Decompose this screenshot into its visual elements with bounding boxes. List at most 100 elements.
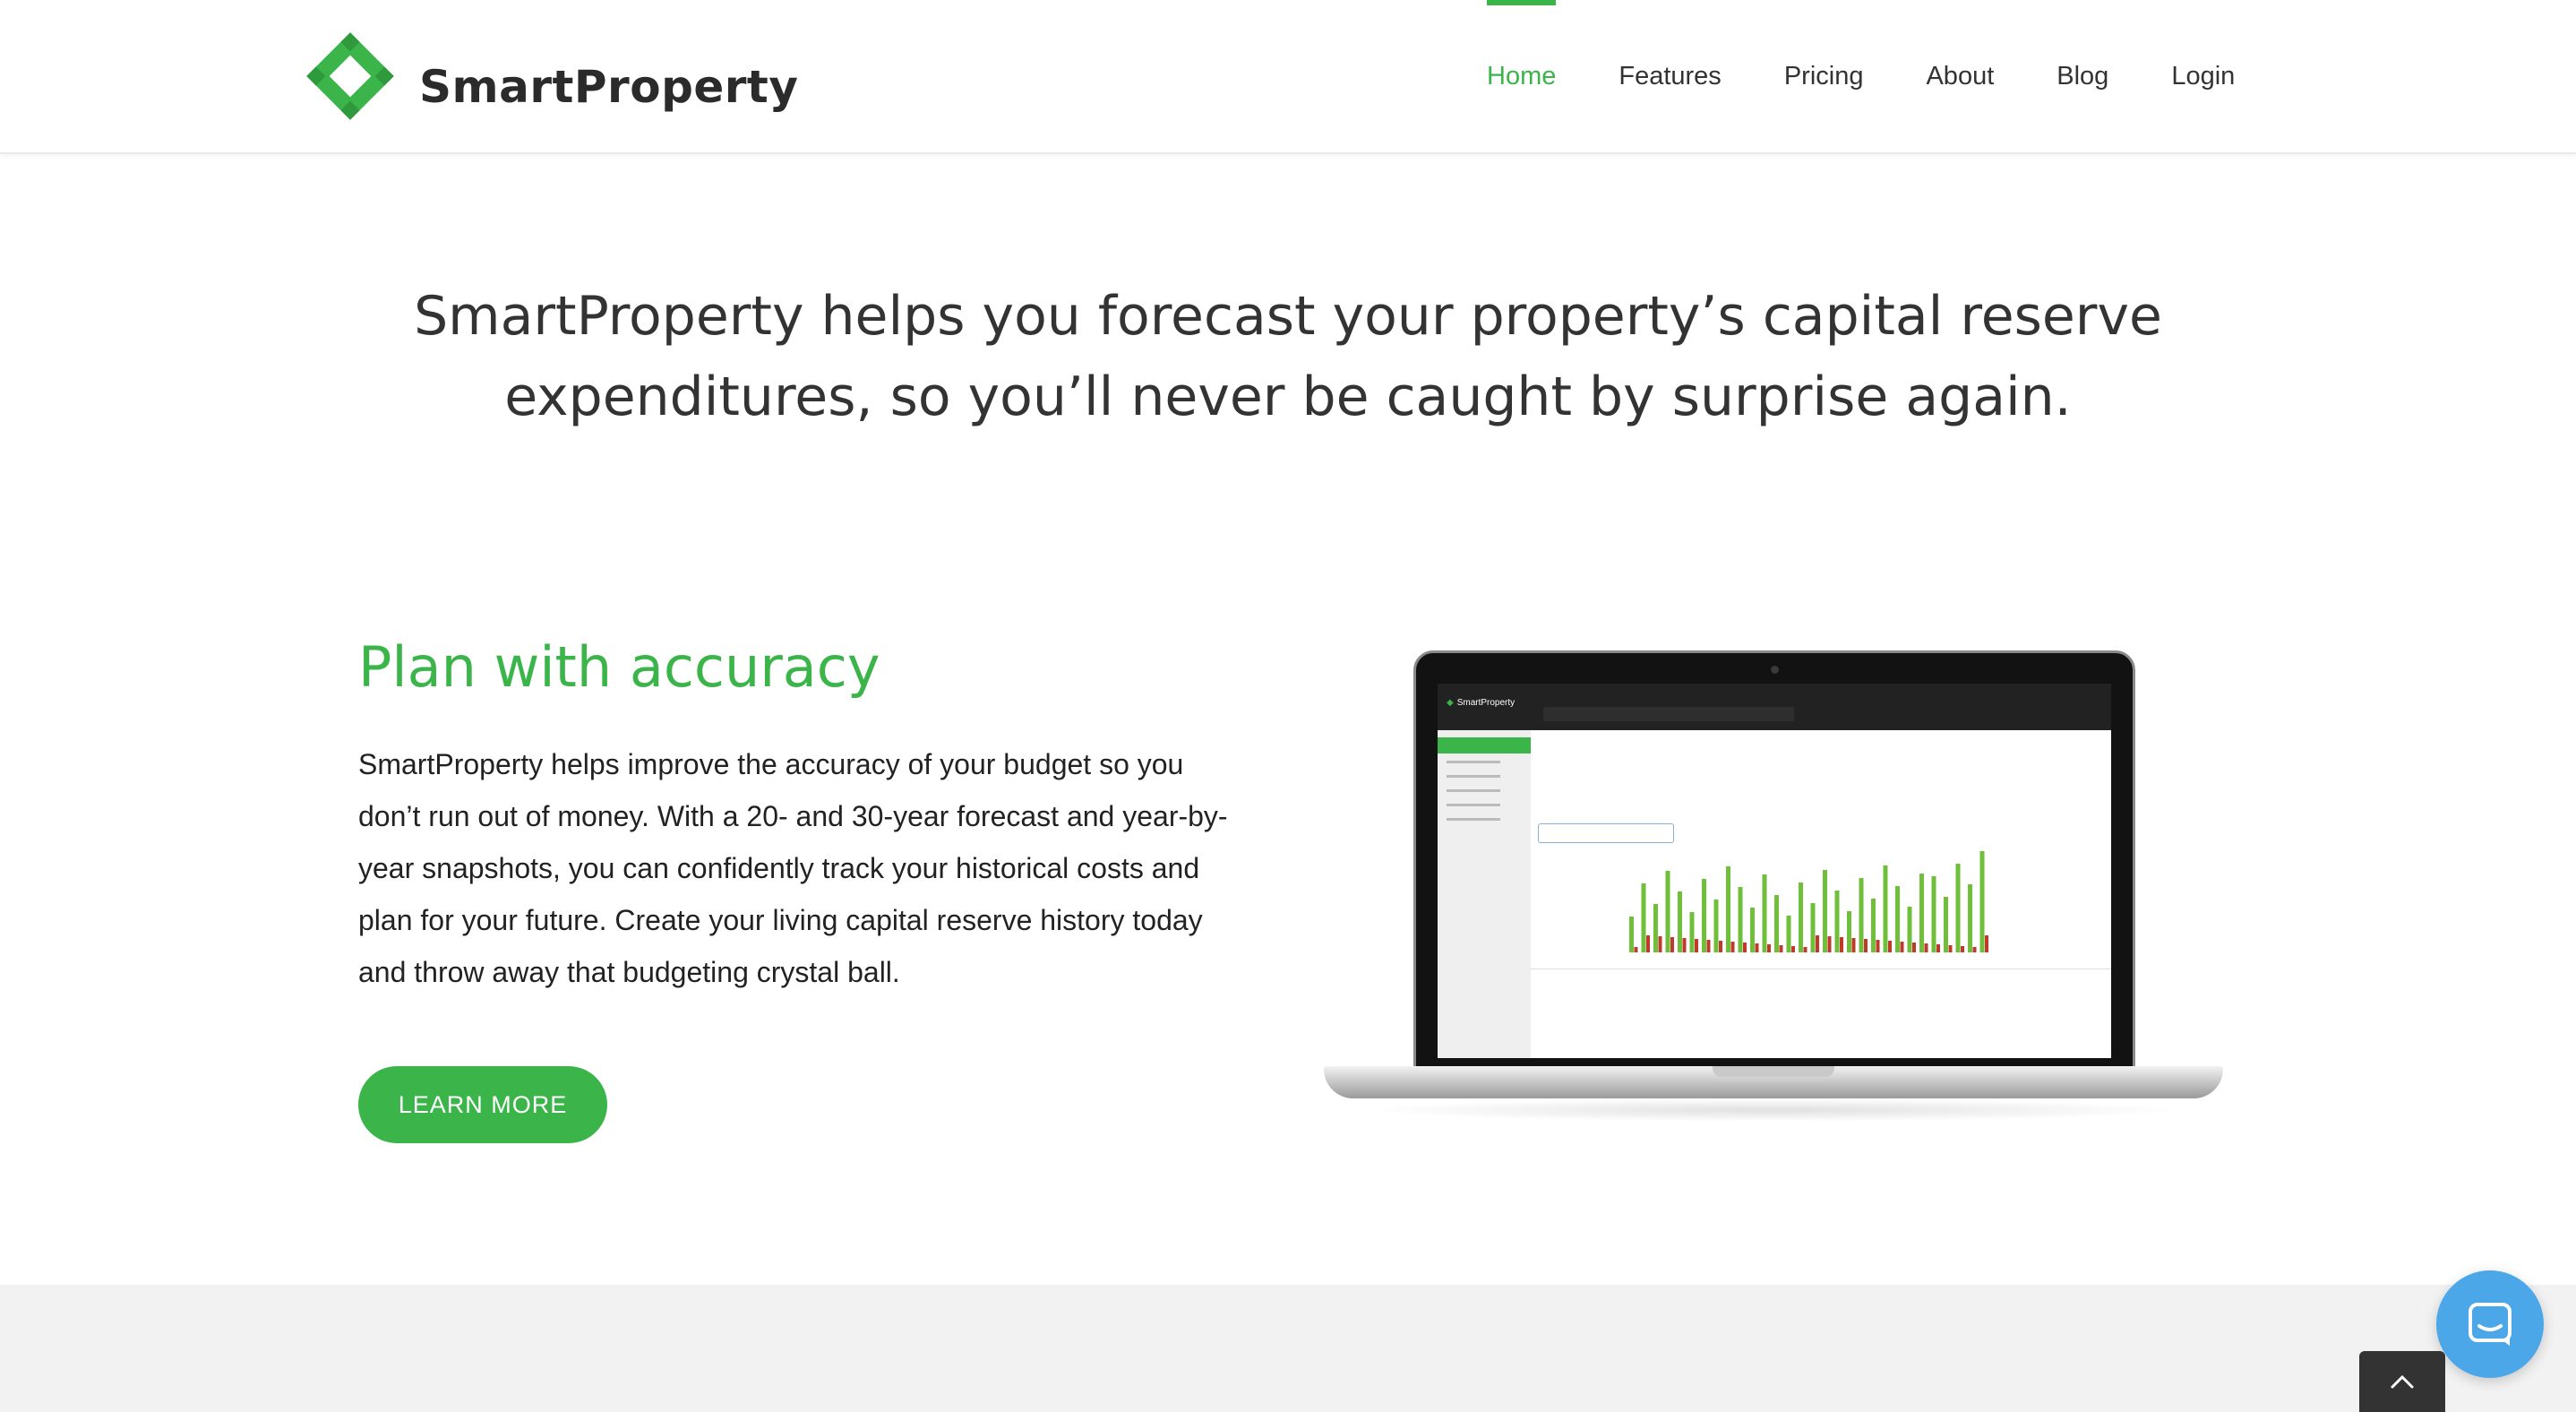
feature-body-line: don’t run out of money. With a 20- and 3…	[358, 800, 1228, 832]
mini-chart-bar-secondary	[1706, 940, 1711, 952]
chat-bubble-icon	[2469, 1303, 2512, 1346]
mini-chart-bar	[1810, 903, 1816, 952]
app-search-bar	[1543, 707, 1794, 721]
mini-chart-bar-secondary	[1682, 938, 1687, 952]
app-sidebar-line	[1447, 789, 1500, 792]
site-logo[interactable]: SmartProperty	[303, 27, 798, 125]
mini-chart-bar	[1738, 887, 1743, 952]
hero-line-1: SmartProperty helps you forecast your pr…	[414, 285, 2162, 348]
mini-chart-bar-secondary	[1779, 945, 1783, 952]
chevron-up-icon	[2391, 1374, 2414, 1389]
mini-chart-bar-secondary	[1634, 947, 1638, 952]
hero-line-2: expenditures, so you’ll never be caught …	[504, 366, 2072, 428]
nav-login[interactable]: Login	[2171, 0, 2235, 152]
mini-chart-bar	[1847, 911, 1851, 952]
mini-chart-bar	[1786, 916, 1791, 952]
app-sidebar	[1438, 730, 1531, 1058]
mini-chart-bar-secondary	[1730, 942, 1735, 952]
mini-chart-bar-secondary	[1936, 944, 1940, 952]
mini-chart-bar	[1629, 917, 1634, 952]
nav-blog[interactable]: Blog	[2057, 0, 2108, 152]
mini-chart-bar	[1750, 908, 1755, 952]
app-sidebar-active	[1438, 737, 1531, 753]
nav-features[interactable]: Features	[1619, 0, 1721, 152]
mini-chart-bar-secondary	[1827, 936, 1832, 952]
mini-chart-bar	[1979, 851, 1985, 952]
main-nav: Home Features Pricing About Blog Login	[1487, 0, 2235, 152]
next-section-band	[0, 1285, 2576, 1412]
learn-more-button[interactable]: LEARN MORE	[358, 1066, 607, 1143]
mini-chart-bar	[1702, 879, 1706, 952]
app-logo: SmartProperty	[1447, 698, 1515, 708]
nav-pricing[interactable]: Pricing	[1784, 0, 1864, 152]
mini-chart-bar-secondary	[1888, 941, 1892, 952]
mini-chart-bar-secondary	[1864, 939, 1868, 952]
mini-chart-bar-secondary	[1948, 945, 1953, 952]
site-header: SmartProperty Home Features Pricing Abou…	[0, 0, 2576, 154]
mini-chart-bar-secondary	[1840, 937, 1843, 952]
mini-chart-bar	[1774, 895, 1779, 952]
mini-chart-bar-secondary	[1695, 939, 1698, 952]
mini-chart-bar	[1713, 900, 1719, 952]
mini-chart-bar	[1907, 907, 1912, 952]
mini-chart-bar-secondary	[1767, 944, 1771, 952]
mini-chart-bar	[1859, 878, 1864, 952]
mini-chart-bar-secondary	[1961, 946, 1964, 952]
app-sidebar-line	[1447, 775, 1500, 778]
mini-chart-bar	[1919, 874, 1924, 952]
mini-chart-bar	[1955, 864, 1961, 952]
mini-chart-bar	[1689, 912, 1695, 952]
mini-chart-bar	[1823, 870, 1827, 952]
mini-chart-bar	[1799, 882, 1803, 952]
mini-chart-bar-secondary	[1803, 947, 1807, 952]
feature-body-line: SmartProperty helps improve the accuracy…	[358, 748, 1184, 780]
feature-body-line: and throw away that budgeting crystal ba…	[358, 956, 900, 988]
app-sidebar-line	[1447, 761, 1500, 763]
mini-chart-bar-secondary	[1985, 935, 1988, 952]
nav-about[interactable]: About	[1926, 0, 1994, 152]
mini-chart-bar-secondary	[1646, 935, 1650, 952]
feature-body-line: year snapshots, you can confidently trac…	[358, 852, 1200, 884]
logo-text: SmartProperty	[419, 61, 799, 113]
mini-chart-bar-secondary	[1791, 946, 1795, 952]
app-select-box	[1538, 823, 1674, 843]
mini-chart-bar-secondary	[1972, 947, 1977, 952]
chat-widget-button[interactable]	[2436, 1270, 2544, 1378]
hero-headline: SmartProperty helps you forecast your pr…	[0, 276, 2576, 437]
app-sidebar-line	[1447, 804, 1500, 806]
nav-home[interactable]: Home	[1487, 0, 1557, 152]
laptop-mockup-image: SmartProperty	[1324, 650, 2223, 1125]
feature-body-line: plan for your future. Create your living…	[358, 904, 1203, 936]
camera-dot	[1771, 666, 1779, 674]
app-mini-chart	[1629, 851, 1988, 952]
mini-chart-bar	[1762, 874, 1767, 952]
mini-chart-bar	[1653, 904, 1658, 952]
mini-chart-bar	[1834, 891, 1840, 952]
mini-chart-bar	[1968, 884, 1972, 952]
mini-chart-bar	[1726, 866, 1730, 952]
mini-chart-bar-secondary	[1670, 937, 1674, 952]
mini-chart-bar-secondary	[1912, 943, 1916, 952]
laptop-shadow	[1360, 1098, 2187, 1122]
scroll-to-top-button[interactable]	[2359, 1351, 2445, 1412]
app-screenshot: SmartProperty	[1438, 684, 2111, 1058]
mini-chart-bar	[1665, 871, 1670, 952]
feature-title: Plan with accuracy	[358, 634, 880, 700]
mini-chart-bar-secondary	[1755, 943, 1759, 952]
mini-chart-bar-secondary	[1743, 943, 1747, 952]
mini-chart-bar	[1931, 876, 1936, 952]
mini-chart-bar-secondary	[1658, 936, 1662, 952]
mini-chart-bar-secondary	[1900, 942, 1904, 952]
feature-body: SmartProperty helps improve the accuracy…	[358, 738, 1272, 998]
mini-chart-bar-secondary	[1924, 943, 1928, 952]
laptop-notch	[1713, 1066, 1834, 1077]
mini-chart-bar	[1871, 899, 1876, 952]
mini-chart-bar-secondary	[1876, 940, 1880, 952]
mini-chart-bar	[1895, 886, 1900, 952]
mini-chart-bar	[1678, 891, 1682, 952]
app-sidebar-line	[1447, 818, 1500, 821]
mini-chart-bar-secondary	[1719, 941, 1722, 952]
logo-diamond-icon	[306, 32, 394, 120]
mini-chart-bar-secondary	[1816, 935, 1819, 952]
mini-chart-bar	[1944, 897, 1948, 952]
